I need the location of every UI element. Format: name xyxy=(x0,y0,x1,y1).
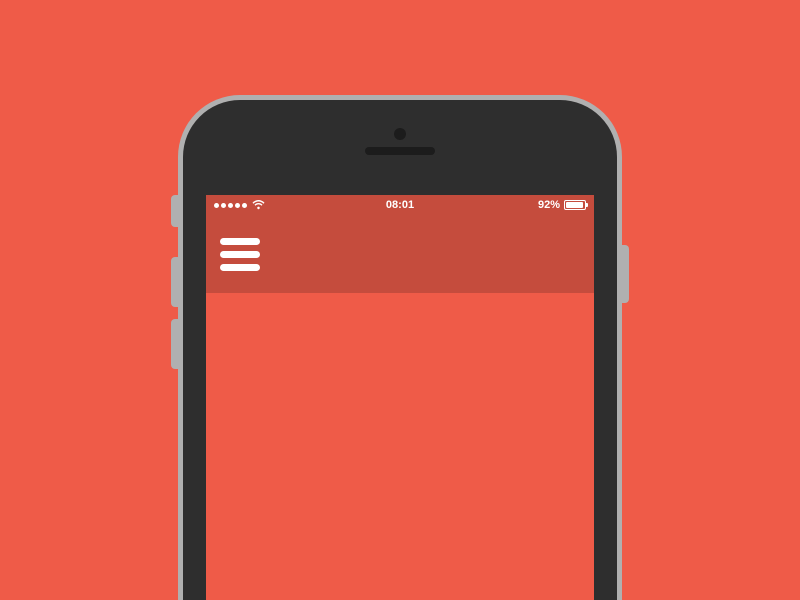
signal-strength-icon xyxy=(214,203,247,208)
camera-dot xyxy=(394,128,406,140)
navigation-bar xyxy=(206,215,594,293)
screen: 08:01 92% xyxy=(206,195,594,600)
mute-switch xyxy=(171,195,178,227)
status-bar-right: 92% xyxy=(538,199,586,211)
battery-fill xyxy=(566,202,583,208)
hamburger-icon xyxy=(220,264,260,271)
hamburger-icon xyxy=(220,238,260,245)
phone-bezel: 08:01 92% xyxy=(183,100,617,600)
speaker-grille xyxy=(365,147,435,155)
battery-percentage: 92% xyxy=(538,199,560,211)
status-bar-left xyxy=(214,200,265,210)
status-bar: 08:01 92% xyxy=(206,195,594,215)
power-button xyxy=(622,245,629,303)
hamburger-icon xyxy=(220,251,260,258)
phone-mockup: 08:01 92% xyxy=(178,95,622,600)
menu-button[interactable] xyxy=(220,234,260,274)
volume-up-button xyxy=(171,257,178,307)
wifi-icon xyxy=(252,200,265,210)
volume-down-button xyxy=(171,319,178,369)
battery-icon xyxy=(564,200,586,210)
